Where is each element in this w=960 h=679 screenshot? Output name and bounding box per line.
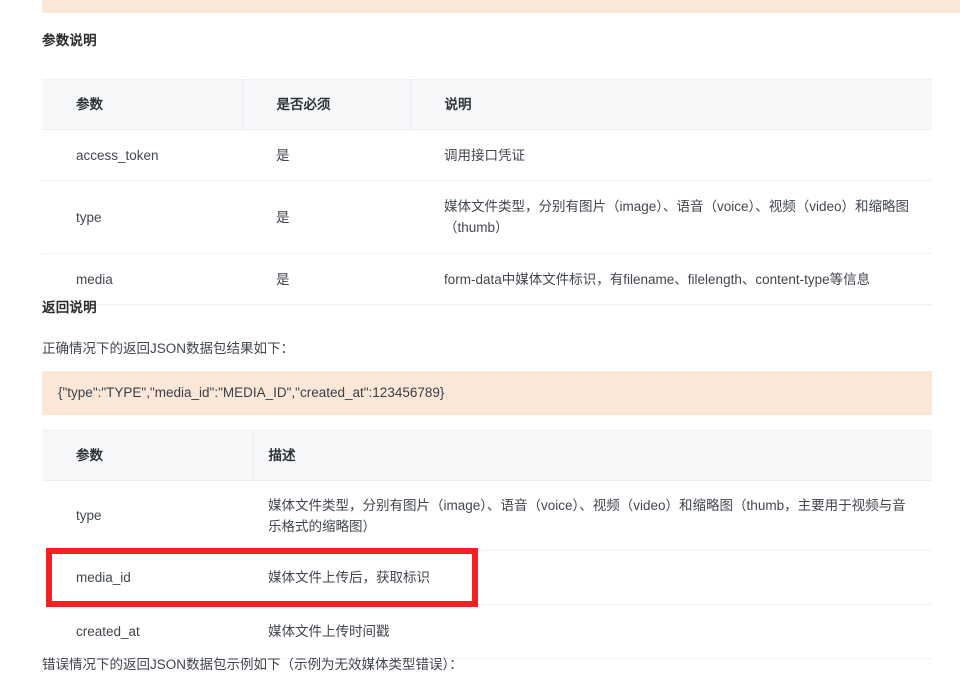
cell-param: created_at (42, 604, 253, 659)
cell-desc: 调用接口凭证 (410, 129, 932, 181)
return-section-heading: 返回说明 (42, 300, 97, 315)
top-code-block-clipped (42, 0, 960, 13)
cell-desc: 媒体文件上传后，获取标识 (253, 550, 932, 605)
table-row-media-id: media_id 媒体文件上传后，获取标识 (42, 550, 932, 605)
table-row: type 媒体文件类型，分别有图片（image）、语音（voice）、视频（vi… (42, 480, 932, 551)
return-table: 参数 描述 type 媒体文件类型，分别有图片（image）、语音（voice）… (42, 430, 932, 659)
document-page: 参数说明 参数 是否必须 说明 access_token 是 调用接口凭证 ty… (0, 0, 960, 679)
table-row: media 是 form-data中媒体文件标识，有filename、filel… (42, 253, 932, 305)
return-intro-text: 正确情况下的返回JSON数据包结果如下： (42, 341, 295, 356)
column-header-param: 参数 (42, 79, 243, 130)
table-row: type 是 媒体文件类型，分别有图片（image）、语音（voice）、视频（… (42, 180, 932, 254)
table-row: access_token 是 调用接口凭证 (42, 129, 932, 181)
cell-required: 是 (242, 180, 410, 254)
params-table: 参数 是否必须 说明 access_token 是 调用接口凭证 type 是 … (42, 79, 932, 305)
column-header-desc: 描述 (253, 430, 932, 481)
params-section-heading: 参数说明 (42, 33, 97, 48)
cell-param: type (42, 180, 242, 254)
cell-required: 是 (242, 129, 410, 181)
table-header-row: 参数 是否必须 说明 (42, 79, 932, 130)
table-header-row: 参数 描述 (42, 430, 932, 481)
cell-desc: 媒体文件类型，分别有图片（image）、语音（voice）、视频（video）和… (253, 480, 932, 551)
cell-desc: 媒体文件类型，分别有图片（image）、语音（voice）、视频（video）和… (410, 180, 932, 254)
table-row: created_at 媒体文件上传时间戳 (42, 604, 932, 659)
cell-required: 是 (242, 253, 410, 305)
column-header-param: 参数 (42, 430, 254, 481)
error-intro-text: 错误情况下的返回JSON数据包示例如下（示例为无效媒体类型错误）： (42, 657, 463, 672)
json-response-code-block: {"type":"TYPE","media_id":"MEDIA_ID","cr… (42, 371, 932, 415)
cell-desc: form-data中媒体文件标识，有filename、filelength、co… (410, 253, 932, 305)
cell-param: media_id (42, 550, 253, 605)
column-header-required: 是否必须 (242, 79, 411, 130)
column-header-desc: 说明 (410, 79, 932, 130)
cell-param: media (42, 253, 242, 305)
cell-param: type (42, 480, 253, 551)
cell-desc: 媒体文件上传时间戳 (253, 604, 932, 659)
cell-param: access_token (42, 129, 242, 181)
